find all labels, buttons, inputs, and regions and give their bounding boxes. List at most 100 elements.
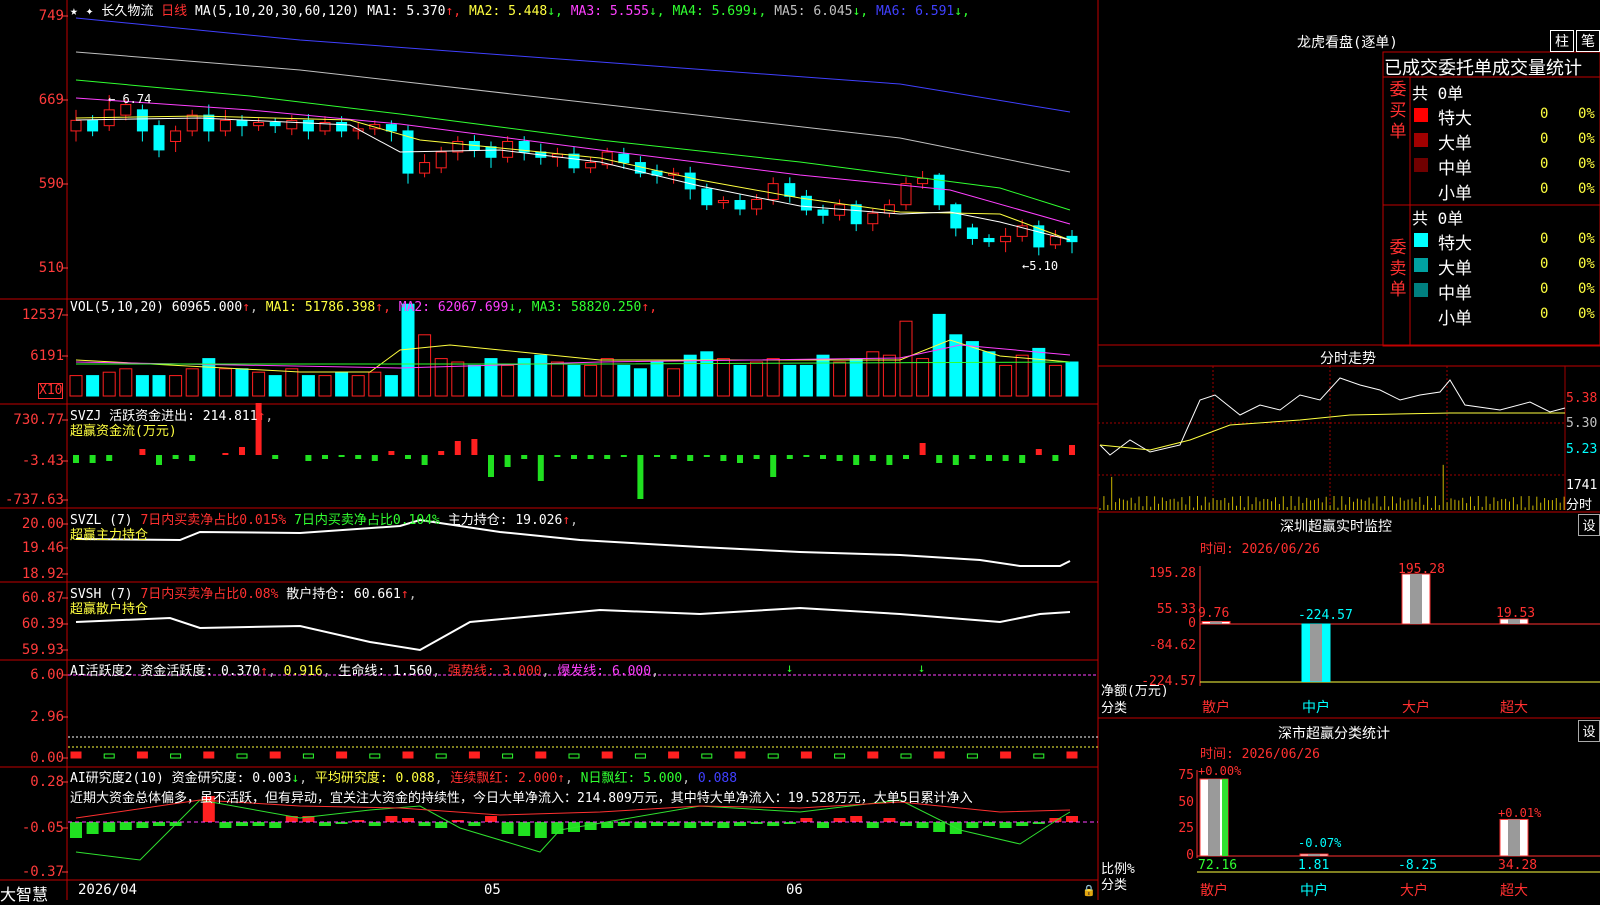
- research-bar: [119, 822, 132, 830]
- activity-bar: [668, 751, 680, 759]
- ai-research-header: AI研究度2(10) 资金研究度: 0.003↓, 平均研究度: 0.088, …: [70, 771, 738, 786]
- research-bar: [767, 822, 780, 826]
- activity-bar: [1033, 753, 1045, 759]
- vol-value: 60965.000: [171, 300, 243, 315]
- period-label[interactable]: 日线: [161, 4, 187, 19]
- candle: [618, 153, 630, 164]
- svzl-subtitle: 超赢主力持仓: [70, 528, 149, 543]
- candle: [236, 119, 248, 127]
- fundflow-bar: [305, 455, 312, 461]
- brand-label[interactable]: 大智慧: [0, 881, 48, 905]
- volume-bar: [235, 368, 249, 397]
- legend-swatch: [1414, 108, 1428, 122]
- ai-research-title: AI研究度2(10): [70, 771, 164, 786]
- activity-bar: [136, 751, 148, 759]
- research-bar: [833, 818, 846, 822]
- fundflow-bar: [371, 455, 378, 461]
- vol-ma-3: MA3: 58820.250: [523, 300, 642, 315]
- ma-value-1: MA1: 5.370: [367, 4, 446, 19]
- tick-view-button[interactable]: 笔: [1576, 30, 1600, 52]
- candle: [253, 121, 265, 127]
- research-bar: [700, 822, 713, 826]
- research-bar: [900, 822, 912, 826]
- fundflow-bar: [1052, 455, 1059, 461]
- ss-settings-button[interactable]: 设: [1578, 720, 1600, 742]
- row-volume: 0: [1540, 256, 1549, 272]
- row-name: 小单: [1438, 309, 1472, 329]
- low-price-label: ←5.10: [1022, 259, 1059, 273]
- row-percent: 0%: [1578, 281, 1595, 297]
- activity-bar: [933, 751, 945, 759]
- volume-bar: [750, 361, 764, 397]
- fundflow-bar: [1035, 449, 1042, 455]
- ma-arrow-5: ↓,: [852, 4, 869, 19]
- high-price-label: ← 6.74: [108, 92, 152, 106]
- ss-axis-label-3: 0: [1186, 848, 1194, 863]
- fundflow-bar: [355, 455, 362, 459]
- volume-bar: [102, 371, 116, 397]
- vol-ma-arrow-2: ↓,: [508, 300, 524, 315]
- legend-swatch: [1414, 258, 1428, 272]
- ma-arrow-4: ↓,: [750, 4, 767, 19]
- research-bar: [402, 818, 414, 822]
- ss-bar-shade-1: [1308, 854, 1320, 856]
- legend-swatch: [1414, 308, 1428, 322]
- ma4-line: [75, 79, 1071, 211]
- row-percent: 0%: [1578, 131, 1595, 147]
- candle: [585, 162, 597, 169]
- svzl-ratio-b: 7日内买卖净占比0.104%: [294, 513, 440, 528]
- volume-bar: [932, 313, 946, 397]
- svsh-axis-1: 60.39: [21, 616, 64, 632]
- row-percent: 0%: [1578, 181, 1595, 197]
- research-bar: [1016, 822, 1029, 826]
- ss-category-2: 大户: [1400, 883, 1428, 899]
- svzj-subtitle: 超赢资金流(万元): [70, 424, 177, 439]
- ma-value-5: MA5: 6.045: [766, 4, 853, 19]
- volume-bar: [384, 375, 398, 397]
- ma6-line: [75, 17, 1071, 113]
- column-view-button[interactable]: 柱: [1550, 30, 1574, 52]
- buy-total: 共 0单: [1412, 84, 1464, 103]
- activity-bar: [103, 753, 115, 759]
- fundflow-bar: [1002, 455, 1009, 461]
- ss-pct-2: -8.25: [1398, 858, 1438, 873]
- sz-category-2: 大户: [1402, 700, 1430, 716]
- candle: [850, 204, 862, 225]
- stock-name[interactable]: 长久物流: [101, 4, 153, 19]
- activity-bar: [734, 751, 746, 759]
- ai1-axis-0: 6.00: [30, 667, 64, 683]
- row-name: 特大: [1438, 109, 1472, 129]
- research-bar: [617, 822, 630, 826]
- chart-canvas[interactable]: ↓ ↓: [0, 0, 1600, 900]
- ai-activity-title: AI活跃度2: [70, 664, 133, 679]
- fundflow-bar: [786, 455, 793, 459]
- volume-bar: [467, 364, 481, 397]
- fundflow-bar: [73, 455, 79, 463]
- candle: [701, 188, 713, 206]
- ai-research-e: 0.088: [697, 771, 738, 786]
- research-bar: [817, 822, 829, 828]
- research-bar: [916, 822, 929, 828]
- fundflow-bar: [986, 455, 992, 461]
- sz-settings-button[interactable]: 设: [1578, 514, 1600, 536]
- volume-bar: [733, 364, 747, 397]
- intraday-vol-unit: 分时: [1566, 498, 1593, 513]
- ai-research-value: 资金研究度: 0.003: [171, 771, 292, 786]
- fundflow-bar: [587, 455, 594, 459]
- lock-icon[interactable]: 🔒: [1082, 884, 1096, 897]
- candle: [883, 204, 895, 214]
- fundflow-bar: [853, 455, 860, 465]
- volume-bar: [185, 368, 199, 397]
- intraday-price-high: 5.38: [1566, 391, 1598, 406]
- sz-category-label: 分类: [1101, 701, 1128, 716]
- activity-bar: [203, 751, 215, 759]
- ss-category-label: 分类: [1101, 878, 1128, 893]
- ss-axis-label-2: 25: [1178, 821, 1194, 836]
- sz-time: 时间: 2026/06/26: [1200, 542, 1320, 557]
- volume-bar: [285, 368, 299, 397]
- svzl-ratio-a: 7日内买卖净占比0.015%: [140, 513, 287, 528]
- fundflow-bar: [654, 455, 660, 457]
- research-bar: [153, 822, 165, 826]
- ma-value-2: MA2: 5.448: [461, 4, 548, 19]
- activity-bar: [468, 751, 480, 759]
